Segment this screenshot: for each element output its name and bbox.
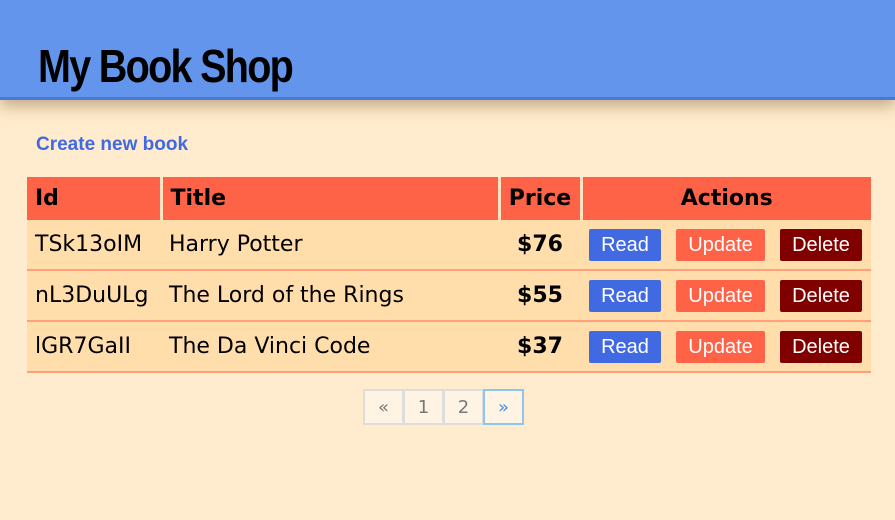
app-header: My Book Shop	[0, 0, 895, 100]
table-row: TSk13oIM Harry Potter $76 Read Update Dele…	[27, 220, 871, 271]
pagination: « 1 2 »	[363, 389, 524, 425]
books-table: Id Title Price Actions TSk13oIM Harry Po…	[27, 177, 871, 373]
pagination-page-2[interactable]: 2	[443, 389, 484, 425]
table-row: lGR7GaII The Da Vinci Code $37 Read Updat…	[27, 321, 871, 373]
pagination-prev-button[interactable]: «	[363, 389, 404, 425]
delete-button[interactable]: Delete	[780, 279, 862, 312]
book-actions-cell: Read Update Delete	[581, 321, 871, 373]
pagination-next-button[interactable]: »	[483, 389, 524, 425]
delete-button[interactable]: Delete	[780, 330, 862, 363]
book-actions-cell: Read Update Delete	[581, 270, 871, 322]
column-header-title: Title	[159, 177, 499, 220]
table-row: nL3DuULg The Lord of the Rings $55 Read U…	[27, 270, 871, 322]
book-title-cell: Harry Potter	[161, 220, 499, 271]
book-price-cell: $37	[499, 321, 581, 373]
book-price-cell: $55	[499, 270, 581, 322]
read-button[interactable]: Read	[589, 330, 661, 363]
pagination-page-1[interactable]: 1	[403, 389, 444, 425]
update-button[interactable]: Update	[676, 330, 765, 363]
update-button[interactable]: Update	[676, 279, 765, 312]
book-title-cell: The Da Vinci Code	[161, 321, 499, 373]
table-header-row: Id Title Price Actions	[27, 177, 871, 220]
book-actions-cell: Read Update Delete	[581, 220, 871, 271]
delete-button[interactable]: Delete	[780, 228, 862, 261]
column-header-id: Id	[27, 177, 161, 220]
create-new-book-link[interactable]: Create new book	[36, 133, 188, 157]
page-title: My Book Shop	[38, 40, 294, 92]
book-id-cell: nL3DuULg	[27, 270, 161, 322]
update-button[interactable]: Update	[676, 228, 765, 261]
book-title-cell: The Lord of the Rings	[161, 270, 499, 322]
column-header-price: Price	[497, 177, 581, 220]
column-header-actions: Actions	[579, 177, 871, 220]
book-id-cell: TSk13oIM	[27, 220, 161, 271]
read-button[interactable]: Read	[589, 228, 661, 261]
book-price-cell: $76	[499, 220, 581, 271]
read-button[interactable]: Read	[589, 279, 661, 312]
book-id-cell: lGR7GaII	[27, 321, 161, 373]
